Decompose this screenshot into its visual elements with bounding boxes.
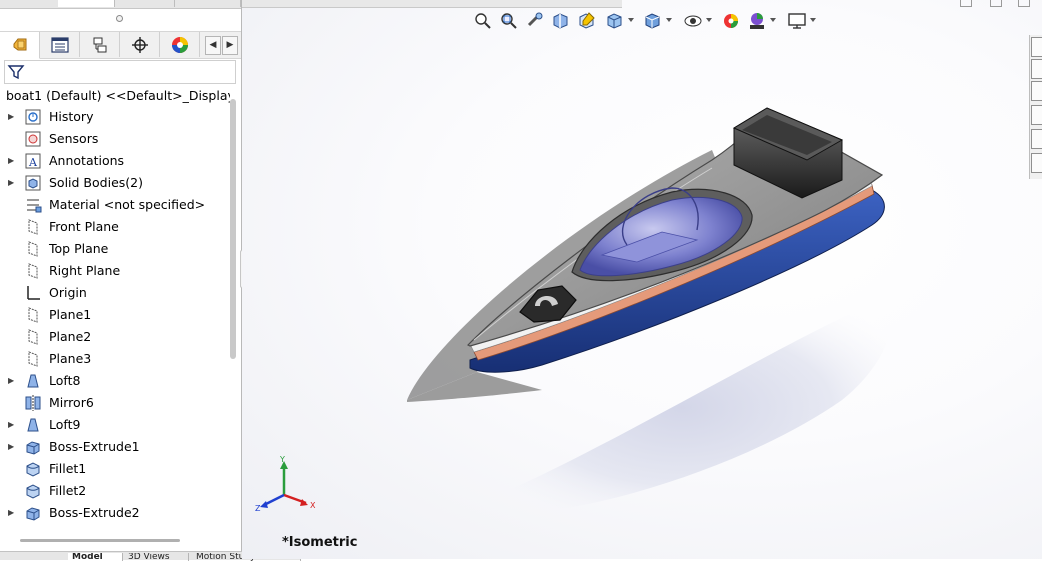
property-manager-icon <box>50 36 69 53</box>
3d-views-tab[interactable]: 3D Views <box>124 553 189 561</box>
tree-item-plane2[interactable]: Plane2 <box>0 326 230 348</box>
configuration-manager-icon <box>93 37 106 52</box>
tree-item-label: Plane1 <box>49 307 92 322</box>
tree-item-loft8[interactable]: ▶ Loft8 <box>0 370 230 392</box>
tree-item-history[interactable]: ▶ History <box>0 106 230 128</box>
tree-item-label: Loft9 <box>49 417 81 432</box>
tree-root-part[interactable]: boat1 (Default) <<Default>_Display S <box>2 85 230 105</box>
tree-item-label: Top Plane <box>49 241 109 256</box>
tree-item-label: Boss-Extrude2 <box>49 505 140 520</box>
plane-icon <box>28 329 38 345</box>
expand-arrow-icon[interactable]: ▶ <box>8 111 16 123</box>
configuration-manager-tab[interactable] <box>80 32 120 57</box>
expand-arrow-icon[interactable]: ▶ <box>8 507 16 519</box>
plane-icon <box>28 351 38 367</box>
tree-item-sensors[interactable]: Sensors <box>0 128 230 150</box>
tree-item-label: Plane3 <box>49 351 92 366</box>
tree-item-label: Origin <box>49 285 87 300</box>
feature-filter-field[interactable] <box>4 60 236 84</box>
panel-splitter[interactable] <box>116 15 123 22</box>
display-manager-tab[interactable] <box>160 32 200 57</box>
tree-item-label: Sensors <box>49 131 99 146</box>
tab-scroll-right-button[interactable]: ▶ <box>222 36 238 55</box>
plane-icon <box>28 307 38 323</box>
origin-icon <box>27 286 40 300</box>
boss-extrude-icon <box>26 507 40 521</box>
tree-item-label: Plane2 <box>49 329 92 344</box>
tree-item-label: Fillet1 <box>49 461 87 476</box>
plane-icon <box>28 219 38 235</box>
tree-item-label: Front Plane <box>49 219 119 234</box>
boat-model-render[interactable] <box>242 0 1042 559</box>
filter-icon <box>7 65 25 80</box>
dimxpert-manager-tab[interactable] <box>120 32 160 57</box>
z-axis-label: Z <box>255 504 261 513</box>
tree-item-label: Loft8 <box>49 373 81 388</box>
top-tab-strip <box>0 0 241 9</box>
tree-item-label: Right Plane <box>49 263 121 278</box>
reference-triad[interactable]: Y X Z <box>250 455 330 525</box>
sensors-icon <box>25 131 41 147</box>
mirror-icon <box>25 395 41 411</box>
tree-item-annotations[interactable]: ▶ A Annotations <box>0 150 230 172</box>
tree-item-boss-extrude2[interactable]: ▶ Boss-Extrude2 <box>0 502 230 524</box>
tab-scroll-left-button[interactable]: ◀ <box>205 36 221 55</box>
tree-item-label: Annotations <box>49 153 125 168</box>
annotations-icon: A <box>25 153 41 169</box>
tree-item-origin[interactable]: Origin <box>0 282 230 304</box>
plane-icon <box>28 263 38 279</box>
fillet-icon <box>26 484 40 499</box>
tree-item-label: Solid Bodies(2) <box>49 175 143 190</box>
expand-arrow-icon[interactable]: ▶ <box>8 419 16 431</box>
material-icon <box>27 199 42 213</box>
tree-item-right-plane[interactable]: Right Plane <box>0 260 230 282</box>
tree-item-top-plane[interactable]: Top Plane <box>0 238 230 260</box>
loft-icon <box>27 374 39 388</box>
plane-icon <box>28 241 38 257</box>
tree-item-fillet1[interactable]: Fillet1 <box>0 458 230 480</box>
expand-arrow-icon[interactable]: ▶ <box>8 155 16 167</box>
tree-item-label: History <box>49 109 94 124</box>
panel-tab-bar: ◀ ▶ <box>0 31 241 59</box>
tree-item-front-plane[interactable]: Front Plane <box>0 216 230 238</box>
tree-item-plane3[interactable]: Plane3 <box>0 348 230 370</box>
dimxpert-manager-icon <box>131 36 148 53</box>
tree-item-plane1[interactable]: Plane1 <box>0 304 230 326</box>
tree-item-label: Fillet2 <box>49 483 87 498</box>
property-manager-tab[interactable] <box>40 32 80 57</box>
tree-item-label: Mirror6 <box>49 395 94 410</box>
tree-item-mirror6[interactable]: Mirror6 <box>0 392 230 414</box>
feature-manager-panel: ◀ ▶ boat1 (Default) <<Default>_Display S… <box>0 0 301 561</box>
tree-item-fillet2[interactable]: Fillet2 <box>0 480 230 502</box>
svg-text:A: A <box>28 156 38 169</box>
tree-item-label: Boss-Extrude1 <box>49 439 140 454</box>
tree-horizontal-scrollbar[interactable] <box>20 539 180 542</box>
fillet-icon <box>26 462 40 477</box>
x-axis-label: X <box>310 501 316 510</box>
tree-root-label: boat1 (Default) <<Default>_Display S <box>6 87 230 103</box>
solid-bodies-icon <box>25 175 41 191</box>
tree-item-label: Material <not specified> <box>49 197 206 212</box>
y-axis-label: Y <box>279 455 285 464</box>
expand-arrow-icon[interactable]: ▶ <box>8 441 16 453</box>
view-orientation-label: *Isometric <box>282 535 358 550</box>
tree-scrollbar[interactable] <box>230 99 236 359</box>
history-icon <box>25 109 41 125</box>
expand-arrow-icon[interactable]: ▶ <box>8 177 16 189</box>
expand-arrow-icon[interactable]: ▶ <box>8 375 16 387</box>
tree-item-material-not-specified[interactable]: Material <not specified> <box>0 194 230 216</box>
loft-icon <box>27 418 39 432</box>
boss-extrude-icon <box>26 441 40 455</box>
tree-item-solid-bodies-2[interactable]: ▶ Solid Bodies(2) <box>0 172 230 194</box>
display-manager-icon <box>171 36 188 53</box>
tree-item-boss-extrude1[interactable]: ▶ Boss-Extrude1 <box>0 436 230 458</box>
feature-manager-tab[interactable] <box>0 32 40 59</box>
graphics-area[interactable]: Y X Z *Isometric <box>242 0 1042 559</box>
feature-manager-icon <box>13 38 26 51</box>
tree-item-loft9[interactable]: ▶ Loft9 <box>0 414 230 436</box>
model-tab[interactable]: Model <box>68 553 123 561</box>
